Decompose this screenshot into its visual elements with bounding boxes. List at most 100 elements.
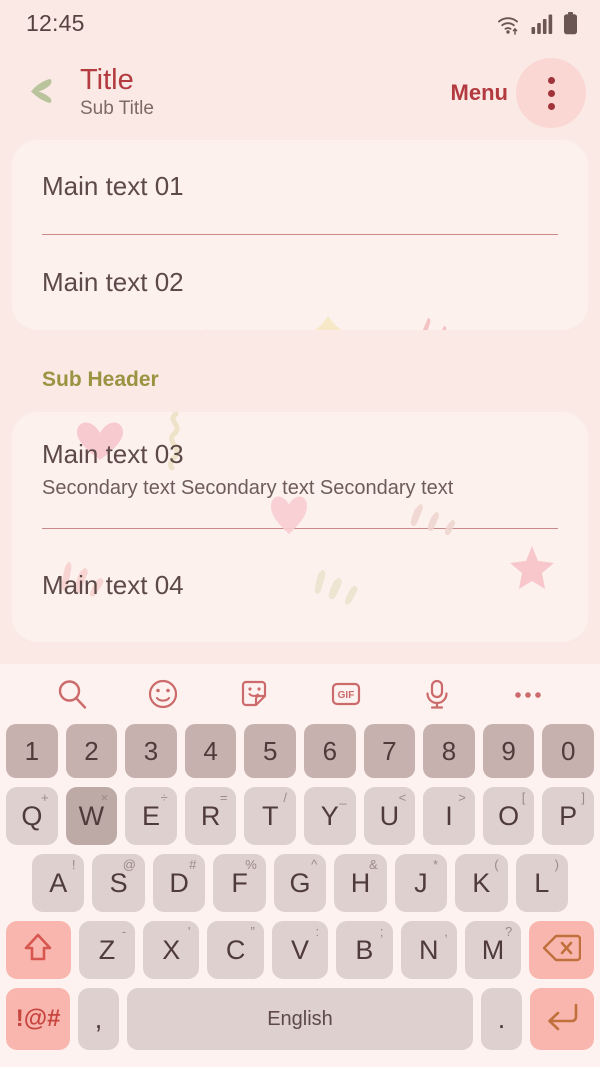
key-n[interactable]: ,N <box>400 921 457 979</box>
key-j[interactable]: * J <box>394 854 448 912</box>
key-v[interactable]: :V <box>271 921 329 979</box>
key-7[interactable]: 7 <box>363 724 416 778</box>
key-alt-label: - <box>121 924 127 939</box>
key-8[interactable]: 8 <box>423 724 475 778</box>
sticker-icon[interactable] <box>228 668 280 720</box>
key-5[interactable]: 5 <box>244 724 296 778</box>
key-4[interactable]: 4 <box>184 724 237 778</box>
keyboard-row-bottom: !@# , English . <box>6 988 595 1050</box>
emoji-icon[interactable] <box>137 668 189 720</box>
key-c[interactable]: ” C <box>207 921 264 979</box>
key-f[interactable]: % F <box>213 854 266 912</box>
key-alt-label: ' <box>188 924 191 939</box>
key-label: V <box>290 934 309 965</box>
key-label: A <box>49 867 68 898</box>
key-label: T <box>261 800 279 831</box>
key-label: N <box>418 934 439 965</box>
key-q[interactable]: + Q <box>6 787 58 845</box>
menu-button[interactable]: Menu <box>451 80 508 106</box>
key-label: G <box>289 867 311 898</box>
key-g[interactable]: ^ G <box>273 854 327 912</box>
key-label: 2 <box>84 736 99 766</box>
key-s[interactable]: @ S <box>92 854 145 912</box>
key-label: English <box>267 1008 333 1030</box>
key-alt-label: / <box>283 790 287 805</box>
key-3[interactable]: 3 <box>125 724 177 778</box>
key-label: 6 <box>322 736 338 766</box>
key-alt-label: , <box>444 924 448 939</box>
key-1[interactable]: 1 <box>6 724 58 778</box>
key-h[interactable]: & H <box>334 854 387 912</box>
key-label: , <box>94 1003 103 1034</box>
backspace-icon <box>542 933 581 968</box>
search-icon[interactable] <box>46 668 98 720</box>
key-p[interactable]: ] P <box>542 787 594 845</box>
key-alt-label: ! <box>71 857 76 872</box>
key-alt-label: ÷ <box>160 790 168 805</box>
key-label: 4 <box>203 736 218 766</box>
key-alt-label: = <box>219 790 228 805</box>
more-horizontal-icon[interactable] <box>502 668 554 720</box>
key-alt-label: < <box>398 790 407 805</box>
list-item[interactable]: Main text 01 <box>12 140 588 234</box>
key-2[interactable]: 2 <box>65 724 118 778</box>
key-label: H <box>350 867 371 898</box>
key-label: 0 <box>560 736 576 766</box>
key-e[interactable]: ÷ E <box>125 787 177 845</box>
row-spacer-left <box>6 854 24 912</box>
key-label: Z <box>98 934 116 965</box>
key-u[interactable]: < U <box>363 787 416 845</box>
shift-key[interactable] <box>6 921 71 979</box>
key-a[interactable]: ! A <box>32 854 85 912</box>
back-button[interactable] <box>16 65 72 121</box>
gif-icon[interactable]: GIF <box>320 668 372 720</box>
enter-key[interactable] <box>529 988 595 1050</box>
key-r[interactable]: = R <box>184 787 237 845</box>
key-l[interactable]: ) L <box>515 854 568 912</box>
key-label: M <box>481 934 505 965</box>
key-label: F <box>231 867 248 898</box>
keyboard-row-bottom-letters: -Z ' X ” C :V ; B ,N ? M <box>6 921 594 979</box>
key-b[interactable]: ; B <box>336 921 393 979</box>
key-label: U <box>379 800 400 831</box>
list-item[interactable]: Main text 02 <box>12 235 588 330</box>
app-bar-titles: Title Sub Title <box>80 65 451 120</box>
keyboard-row-numbers: 1 2 3 4 5 6 7 8 9 0 <box>6 724 594 778</box>
backspace-key[interactable] <box>529 921 594 979</box>
key-z[interactable]: -Z <box>78 921 136 979</box>
key-alt-label: > <box>458 790 466 805</box>
symbols-key[interactable]: !@# <box>6 988 71 1050</box>
key-alt-label: # <box>189 857 197 872</box>
key-d[interactable]: # D <box>152 854 206 912</box>
sub-header: Sub Header <box>42 368 159 391</box>
key-i[interactable]: > I <box>423 787 475 845</box>
key-label: . <box>497 1003 506 1034</box>
key-t[interactable]: / T <box>244 787 296 845</box>
key-x[interactable]: ' X <box>143 921 200 979</box>
key-o[interactable]: [O <box>482 787 535 845</box>
key-label: R <box>200 800 221 831</box>
list-item[interactable]: Main text 04 <box>12 529 588 642</box>
key-label: I <box>445 800 453 831</box>
list-item[interactable]: Main text 03 Secondary text Secondary te… <box>12 412 588 528</box>
keyboard-rows: 1 2 3 4 5 6 7 8 9 0 + Q × W ÷ E = R / T _ Y < U… <box>0 724 600 1050</box>
key-label: L <box>534 867 550 898</box>
key-m[interactable]: ? M <box>464 921 522 979</box>
key-alt-label: : <box>315 924 320 939</box>
key-k[interactable]: (K <box>455 854 508 912</box>
key-6[interactable]: 6 <box>304 724 356 778</box>
content-area: Main text 01 Main text 02 Sub Header Mai… <box>0 140 600 642</box>
key-9[interactable]: 9 <box>482 724 535 778</box>
key-0[interactable]: 0 <box>542 724 594 778</box>
key-label: P <box>559 800 578 831</box>
period-key[interactable]: . <box>481 988 522 1050</box>
microphone-icon[interactable] <box>411 668 463 720</box>
key-y[interactable]: _ Y <box>304 787 356 845</box>
key-label: O <box>498 800 520 831</box>
space-key[interactable]: English <box>126 988 474 1050</box>
key-alt-label: ” <box>250 924 255 939</box>
key-alt-label: % <box>245 857 257 872</box>
comma-key[interactable]: , <box>78 988 119 1050</box>
key-w[interactable]: × W <box>65 787 118 845</box>
overflow-menu-button[interactable] <box>516 58 586 128</box>
